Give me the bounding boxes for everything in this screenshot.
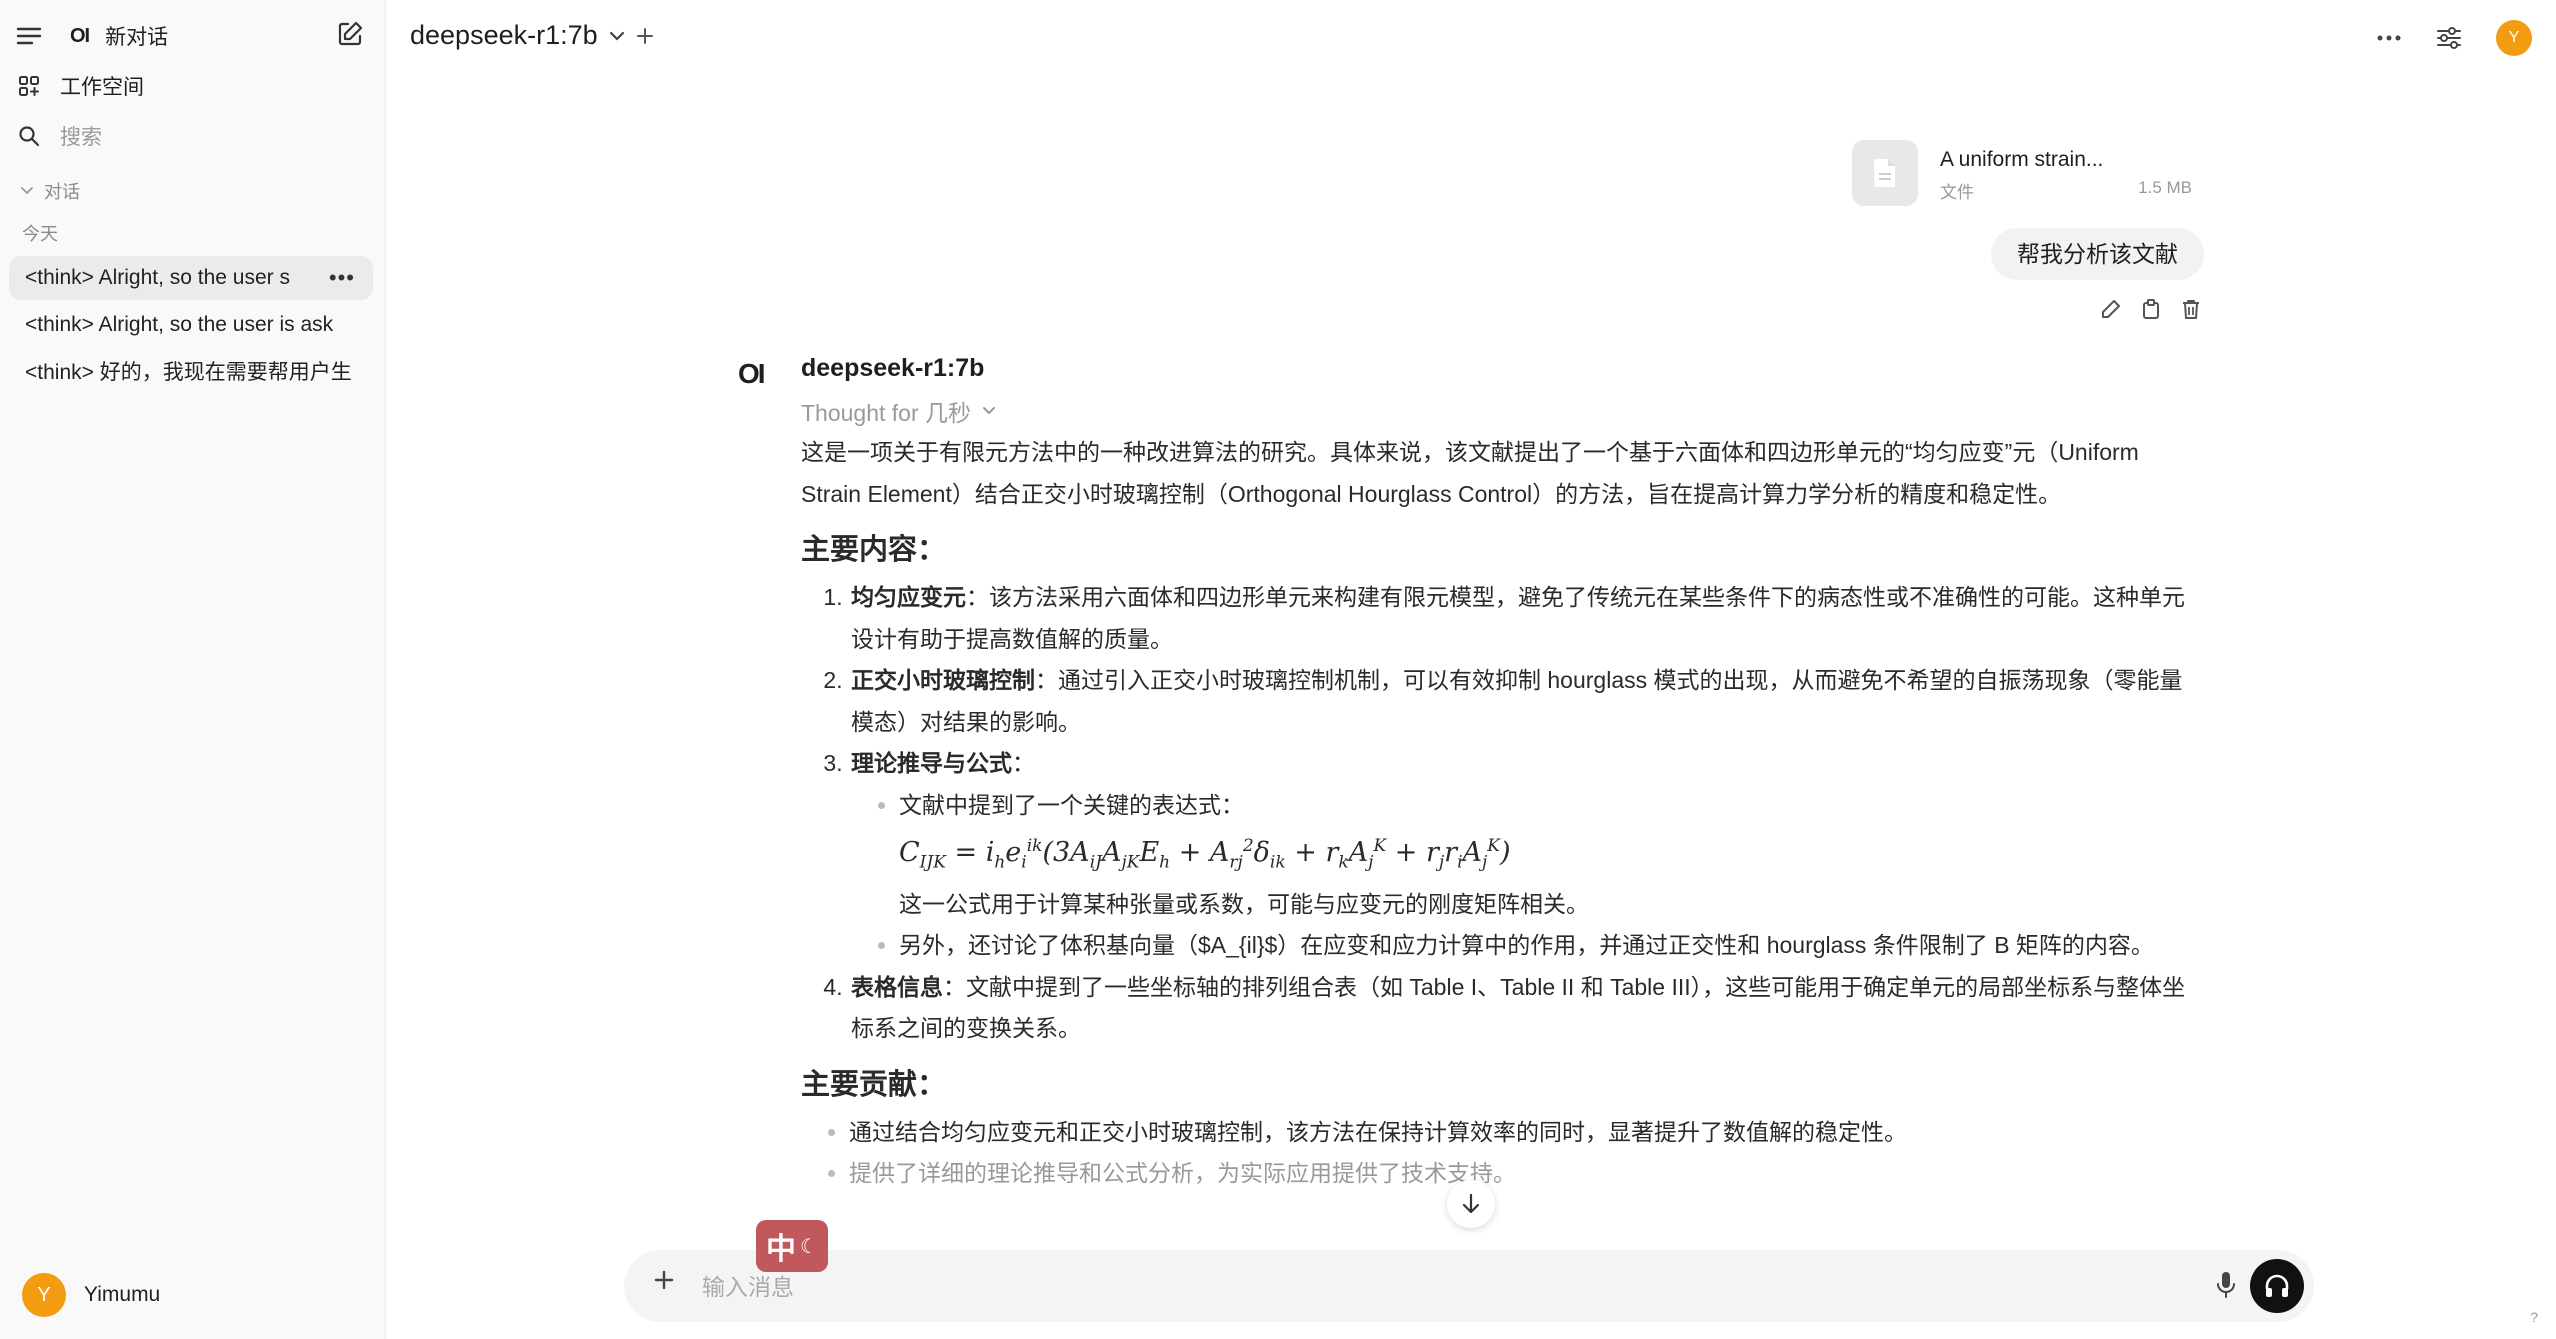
item-text: ：文献中提到了一些坐标轴的排列组合表（如 Table I、Table II 和 …: [851, 973, 2186, 1042]
contributions-list: 通过结合均匀应变元和正交小时玻璃控制，该方法在保持计算效率的同时，显著提升了数值…: [801, 1112, 2205, 1195]
workspace-label: 工作空间: [60, 76, 144, 99]
chat-title: <think> Alright, so the user s: [25, 266, 290, 289]
file-meta: A uniform strain... 文件 1.5 MB: [1940, 140, 2192, 206]
item-title: 正交小时玻璃控制: [851, 667, 1035, 693]
list-item: 理论推导与公式： 文献中提到了一个关键的表达式： CIJK = iheiik(3…: [849, 743, 2205, 967]
help-icon[interactable]: ?: [2530, 1309, 2538, 1325]
chat-title: <think> 好的，我现在需要帮用户生: [25, 361, 352, 384]
plus-icon[interactable]: [652, 1268, 676, 1292]
compose-icon[interactable]: [336, 20, 364, 48]
today-label: 今天: [22, 224, 58, 244]
ime-label: 中: [766, 1233, 797, 1266]
message-composer: [624, 1250, 2314, 1322]
assistant-name: deepseek-r1:7b: [801, 354, 985, 382]
assistant-answer: 这是一项关于有限元方法中的一种改进算法的研究。具体来说，该文献提出了一个基于六面…: [801, 432, 2205, 1195]
user-name: Yimumu: [84, 1283, 161, 1306]
chat-item-3[interactable]: <think> 好的，我现在需要帮用户生: [9, 351, 373, 395]
header-avatar[interactable]: Y: [2496, 20, 2532, 56]
model-name: deepseek-r1:7b: [410, 20, 598, 50]
list-item: 提供了详细的理论推导和公式分析，为实际应用提供了技术支持。: [849, 1153, 2205, 1195]
thought-label: Thought for 几秒: [801, 400, 972, 426]
menu-icon[interactable]: [16, 26, 42, 46]
section-label: 对话: [44, 182, 80, 202]
sidebar-search[interactable]: 搜索: [18, 118, 102, 154]
chevron-down-icon: [608, 27, 626, 45]
moon-icon: ☾: [800, 1235, 818, 1258]
search-icon: [18, 125, 40, 147]
item-text: ：通过引入正交小时玻璃控制机制，可以有效抑制 hourglass 模式的出现，从…: [851, 667, 2183, 735]
list-item: 正交小时玻璃控制：通过引入正交小时玻璃控制机制，可以有效抑制 hourglass…: [849, 660, 2205, 743]
sub-item-text: 这一公式用于计算某种张量或系数，可能与应变元的刚度矩阵相关。: [899, 890, 1589, 917]
message-input[interactable]: [700, 1266, 2104, 1308]
section-conversations[interactable]: 对话: [20, 178, 80, 204]
model-selector[interactable]: deepseek-r1:7b: [410, 20, 654, 51]
file-icon: [1852, 140, 1918, 206]
file-name: A uniform strain...: [1940, 148, 2104, 171]
thought-toggle[interactable]: Thought for 几秒: [801, 394, 997, 428]
scroll-down-button[interactable]: [1447, 1180, 1495, 1228]
chevron-down-icon: [981, 403, 997, 419]
item-title: 表格信息: [851, 973, 943, 1000]
header: deepseek-r1:7b Y: [386, 0, 2556, 74]
sidebar-top: OI 新对话: [16, 14, 370, 58]
sub-list-item: 文献中提到了一个关键的表达式： CIJK = iheiik(3AiJAjKEh …: [899, 785, 2205, 926]
file-type: 文件: [1940, 183, 1974, 202]
answer-intro: 这是一项关于有限元方法中的一种改进算法的研究。具体来说，该文献提出了一个基于六面…: [801, 439, 2139, 507]
heading-contributions: 主要贡献：: [801, 1068, 947, 1101]
main-content-list: 均匀应变元：该方法采用六面体和四边形单元来构建有限元模型，避免了传统元在某些条件…: [801, 577, 2205, 1050]
delete-icon[interactable]: [2180, 298, 2202, 320]
brand-logo: OI: [70, 24, 90, 47]
user-menu[interactable]: Y Yimumu: [22, 1271, 160, 1319]
add-model-icon[interactable]: [636, 27, 654, 45]
headphones-icon: [2265, 1274, 2289, 1297]
chat-item-1[interactable]: <think> Alright, so the user s •••: [9, 256, 373, 300]
sub-list-item: 另外，还讨论了体积基向量（$A_{il}$）在应变和应力计算中的作用，并通过正交…: [899, 925, 2205, 967]
list-item: 均匀应变元：该方法采用六面体和四边形单元来构建有限元模型，避免了传统元在某些条件…: [849, 577, 2205, 660]
item-title: 均匀应变元: [851, 584, 966, 610]
new-chat-link[interactable]: 新对话: [105, 21, 168, 51]
chat-title: <think> Alright, so the user is ask: [25, 313, 334, 336]
settings-sliders-icon[interactable]: [2436, 26, 2462, 50]
sub-item-text: 文献中提到了一个关键的表达式：: [899, 791, 1244, 818]
list-item: 表格信息：文献中提到了一些坐标轴的排列组合表（如 Table I、Table I…: [849, 967, 2205, 1050]
avatar: Y: [22, 1273, 66, 1317]
heading-main-content: 主要内容：: [801, 534, 947, 566]
header-actions: Y: [2376, 20, 2532, 56]
more-icon[interactable]: •••: [329, 256, 355, 300]
user-message: 帮我分析该文献: [1991, 228, 2204, 280]
microphone-icon[interactable]: [2216, 1270, 2236, 1300]
voice-call-button[interactable]: [2250, 1259, 2304, 1313]
file-size: 1.5 MB: [2138, 178, 2192, 197]
message-actions: [2100, 298, 2202, 320]
sub-list: 文献中提到了一个关键的表达式： CIJK = iheiik(3AiJAjKEh …: [851, 785, 2205, 967]
ime-indicator[interactable]: 中 ☾: [756, 1220, 828, 1272]
grid-icon: [18, 75, 40, 97]
edit-icon[interactable]: [2100, 298, 2122, 320]
item-title: 理论推导与公式: [851, 750, 1012, 776]
arrow-down-icon: [1462, 1193, 1480, 1214]
assistant-logo: OI: [738, 358, 766, 389]
list-item: 通过结合均匀应变元和正交小时玻璃控制，该方法在保持计算效率的同时，显著提升了数值…: [849, 1112, 2205, 1154]
item-text: ：该方法采用六面体和四边形单元来构建有限元模型，避免了传统元在某些条件下的病态性…: [851, 584, 2185, 652]
more-horizontal-icon[interactable]: [2376, 34, 2402, 42]
sidebar-item-workspace[interactable]: 工作空间: [18, 68, 144, 104]
formula: CIJK = iheiik(3AiJAjKEh + Arj2δik + rkAj…: [899, 836, 1511, 873]
file-attachment[interactable]: A uniform strain... 文件 1.5 MB: [1852, 136, 2192, 210]
chat-item-2[interactable]: <think> Alright, so the user is ask: [9, 303, 373, 347]
search-placeholder: 搜索: [60, 126, 102, 149]
item-text: ：: [1012, 750, 1035, 776]
chevron-down-icon: [20, 184, 34, 198]
sidebar: OI 新对话 工作空间 搜索 对话 今天 <think> Alright, so…: [0, 0, 386, 1339]
copy-icon[interactable]: [2140, 298, 2162, 320]
